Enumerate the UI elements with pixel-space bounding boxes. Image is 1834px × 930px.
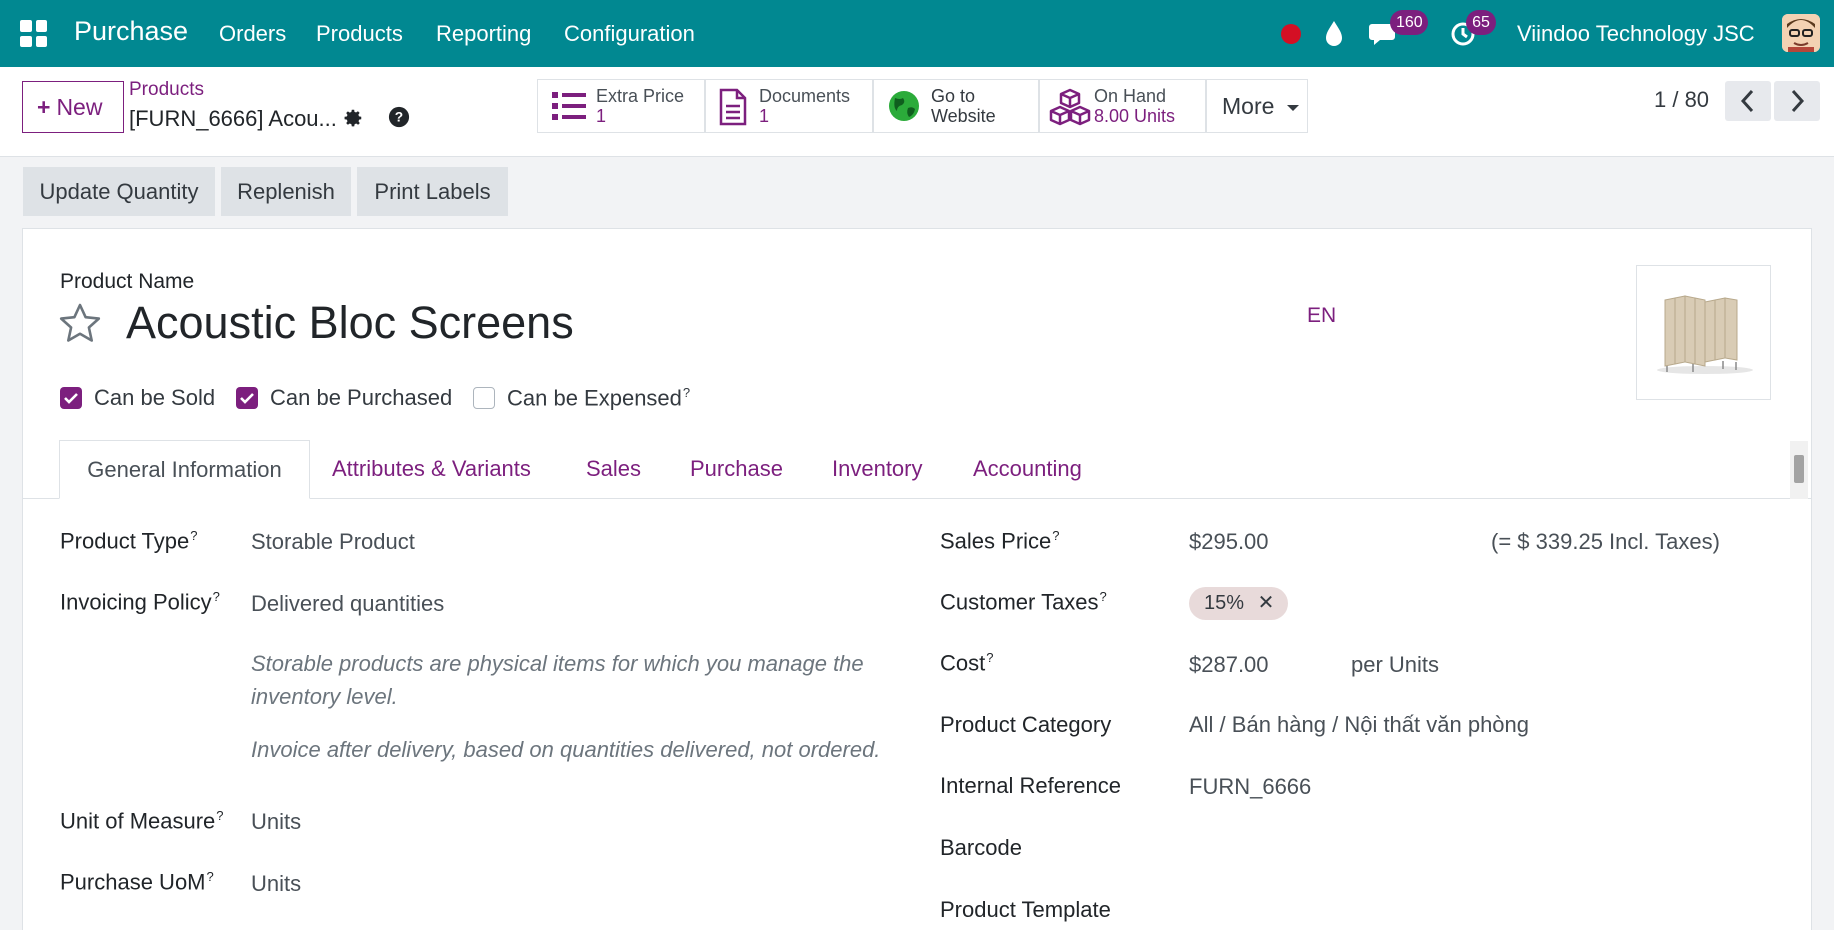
print-labels-button[interactable]: Print Labels [357, 167, 508, 216]
incl-taxes-amount: (= $ 339.25 Incl. Taxes) [1491, 529, 1720, 554]
control-panel: + New Products [FURN_6666] Acou... ? Extr… [0, 67, 1834, 157]
tab-attributes-variants[interactable]: Attributes & Variants [332, 456, 531, 482]
help-icon[interactable]: ? [388, 106, 410, 128]
document-icon [719, 88, 747, 126]
caret-down-icon [1286, 104, 1299, 111]
internal-reference-field[interactable]: FURN_6666 [1189, 774, 1311, 800]
pager-next-button[interactable] [1774, 81, 1820, 121]
svg-text:?: ? [395, 110, 403, 125]
menu-orders[interactable]: Orders [219, 21, 286, 47]
product-name-label: Product Name [60, 270, 195, 293]
help-tooltip-icon[interactable]: ? [190, 528, 197, 543]
help-tooltip-icon[interactable]: ? [1100, 589, 1107, 604]
avatar[interactable] [1782, 14, 1820, 52]
product-name-field[interactable]: Acoustic Bloc Screens [126, 297, 574, 349]
favorite-star-icon[interactable] [58, 302, 102, 346]
help-tooltip-icon[interactable]: ? [683, 385, 690, 400]
can-be-sold-label[interactable]: Can be Sold [94, 385, 215, 411]
product-type-label: Product Type? [60, 528, 198, 554]
tab-purchase[interactable]: Purchase [690, 456, 783, 482]
unit-of-measure-field[interactable]: Units [251, 809, 301, 835]
recording-dot-icon[interactable] [1281, 24, 1301, 44]
remove-tag-icon[interactable]: ✕ [1258, 592, 1275, 614]
help-tooltip-icon[interactable]: ? [1052, 528, 1059, 543]
customer-taxes-label: Customer Taxes? [940, 589, 1107, 615]
cost-label: Cost? [940, 650, 994, 676]
help-tooltip-icon[interactable]: ? [207, 869, 214, 884]
tab-accounting[interactable]: Accounting [973, 456, 1082, 482]
replenish-button[interactable]: Replenish [221, 167, 351, 216]
drop-icon[interactable] [1323, 19, 1345, 47]
product-category-field[interactable]: All / Bán hàng / Nội thất văn phòng [1189, 712, 1529, 738]
can-be-expensed-checkbox[interactable] [473, 387, 495, 409]
chevron-left-icon [1740, 89, 1754, 113]
purchase-uom-field[interactable]: Units [251, 871, 301, 897]
go-to-website-button[interactable]: Go to Website [873, 79, 1039, 133]
purchase-uom-label: Purchase UoM? [60, 869, 214, 895]
tab-sales[interactable]: Sales [586, 456, 641, 482]
menu-reporting[interactable]: Reporting [436, 21, 531, 47]
product-photo [1657, 295, 1753, 374]
menu-configuration[interactable]: Configuration [564, 21, 695, 47]
tab-general-information[interactable]: General Information [59, 440, 310, 499]
breadcrumb-products[interactable]: Products [129, 79, 204, 101]
product-category-label: Product Category [940, 712, 1112, 737]
company-switcher[interactable]: Viindoo Technology JSC [1517, 21, 1755, 47]
globe-icon [889, 91, 919, 121]
chevron-right-icon [1791, 89, 1805, 113]
invoicing-policy-label: Invoicing Policy? [60, 589, 220, 615]
menu-products[interactable]: Products [316, 21, 403, 47]
product-image[interactable] [1636, 265, 1771, 400]
app-grid-icon[interactable] [20, 20, 47, 47]
extra-price-button[interactable]: Extra Price 1 [537, 79, 705, 133]
new-button[interactable]: + New [22, 81, 124, 133]
documents-button[interactable]: Documents 1 [705, 79, 873, 133]
cost-field[interactable]: $287.00 [1189, 652, 1269, 678]
can-be-purchased-label[interactable]: Can be Purchased [270, 385, 452, 411]
internal-reference-label: Internal Reference [940, 773, 1121, 798]
on-hand-button[interactable]: On Hand 8.00 Units [1039, 79, 1206, 133]
app-name[interactable]: Purchase [74, 16, 188, 47]
checkmark-icon [64, 393, 78, 404]
checkmark-icon [240, 393, 254, 404]
sales-price-label: Sales Price? [940, 528, 1060, 554]
can-be-purchased-checkbox[interactable] [236, 387, 258, 409]
language-button[interactable]: EN [1307, 304, 1336, 328]
help-tooltip-icon[interactable]: ? [986, 650, 993, 665]
product-type-select[interactable]: Storable Product [251, 529, 415, 555]
sales-price-field[interactable]: $295.00 [1189, 529, 1269, 555]
help-tooltip-icon[interactable]: ? [216, 808, 223, 823]
pager-previous-button[interactable] [1725, 81, 1771, 121]
help-tooltip-icon[interactable]: ? [213, 589, 220, 604]
more-dropdown[interactable]: More [1206, 79, 1308, 133]
scrollbar-thumb[interactable] [1794, 455, 1804, 483]
can-be-sold-checkbox[interactable] [60, 387, 82, 409]
chat-badge: 160 [1390, 10, 1428, 35]
list-icon [552, 92, 586, 120]
cubes-icon [1049, 88, 1091, 126]
product-type-help-text: Storable products are physical items for… [251, 651, 864, 709]
can-be-expensed-label[interactable]: Can be Expensed? [507, 385, 690, 411]
tax-tag: 15% ✕ [1189, 587, 1289, 620]
invoicing-policy-select[interactable]: Delivered quantities [251, 591, 444, 617]
plus-icon: + [37, 94, 51, 120]
top-navbar: Purchase Orders Products Reporting Confi… [0, 0, 1834, 67]
tab-inventory[interactable]: Inventory [832, 456, 923, 482]
pager-value[interactable]: 1 / 80 [1654, 87, 1709, 113]
gear-icon[interactable] [342, 107, 364, 129]
cost-unit: per Units [1351, 652, 1440, 677]
breadcrumb-current: [FURN_6666] Acou... [129, 106, 337, 131]
update-quantity-button[interactable]: Update Quantity [23, 167, 215, 216]
barcode-label: Barcode [940, 835, 1022, 860]
product-template-label: Product Template [940, 897, 1111, 922]
activity-badge: 65 [1466, 10, 1496, 35]
unit-of-measure-label: Unit of Measure? [60, 808, 224, 834]
tabs-scrollbar[interactable] [1790, 441, 1808, 499]
invoicing-policy-help-text: Invoice after delivery, based on quantit… [251, 737, 881, 762]
